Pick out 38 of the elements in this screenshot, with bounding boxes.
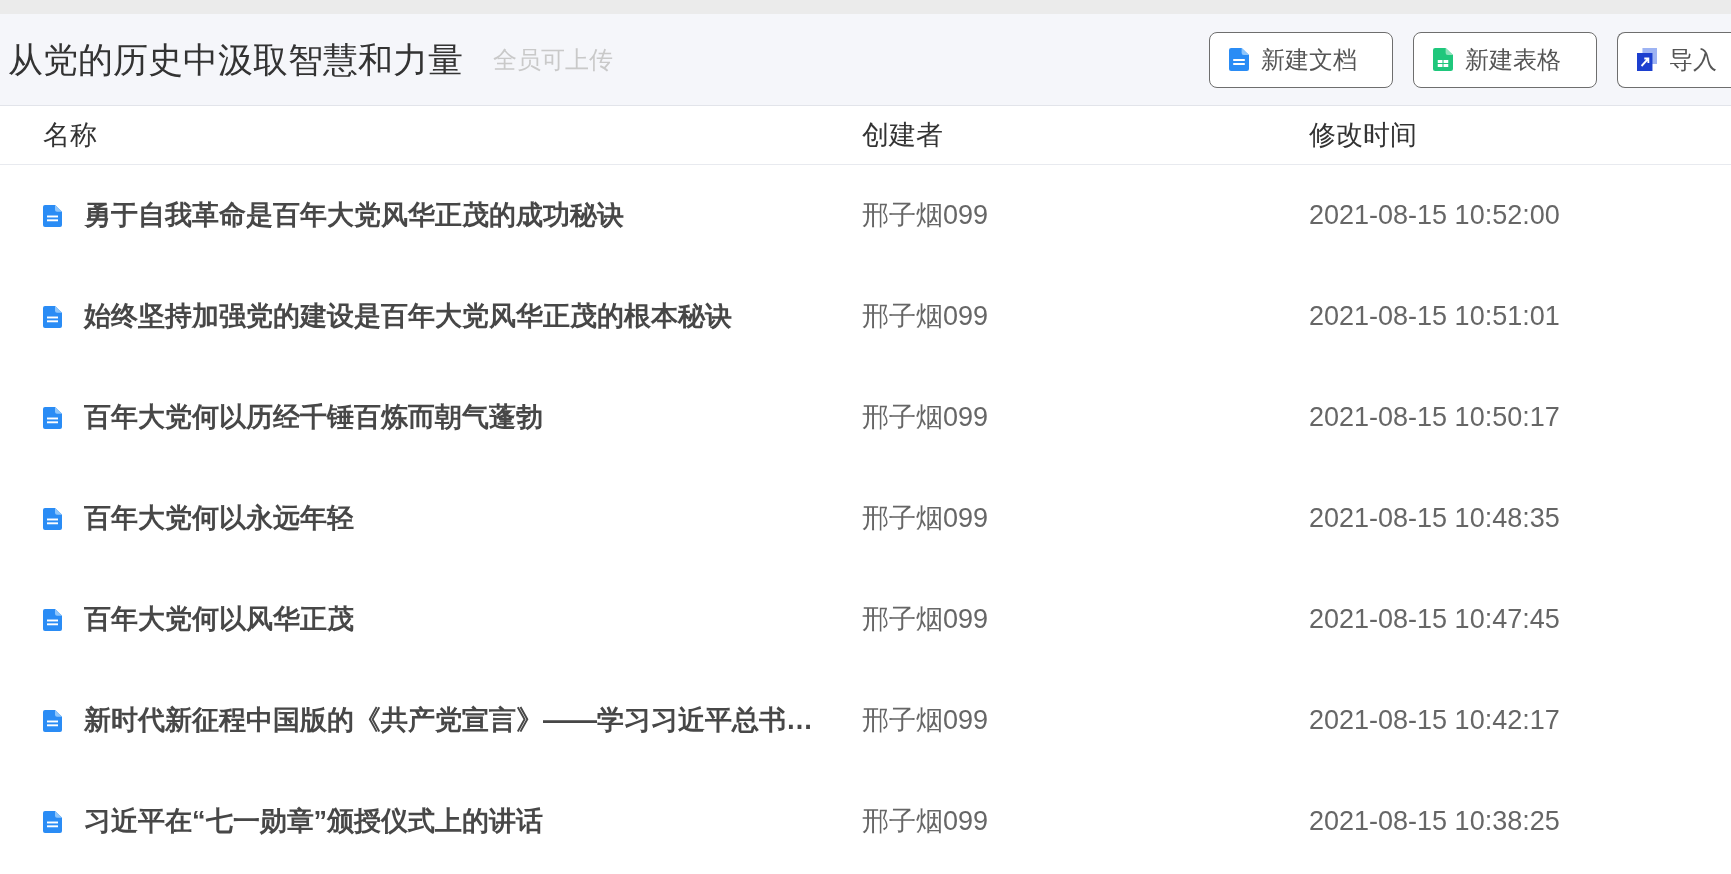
document-icon xyxy=(43,507,62,530)
column-header: 修改时间 xyxy=(1309,119,1417,150)
modified-time: 2021-08-15 10:52:00 xyxy=(1309,200,1560,231)
document-icon xyxy=(43,406,62,429)
modified-time: 2021-08-15 10:51:01 xyxy=(1309,301,1560,332)
modified-time: 2021-08-15 10:38:25 xyxy=(1309,806,1560,837)
creator-name: 邢子烟099 xyxy=(862,604,989,635)
create-button[interactable]: 新建表格 xyxy=(1413,31,1597,88)
creator-name: 邢子烟099 xyxy=(862,301,989,332)
document-icon xyxy=(43,608,62,631)
create-button[interactable]: 新建文档 xyxy=(1209,31,1393,88)
page-title: 从党的历史中汲取智慧和力量 xyxy=(8,38,463,81)
document-icon xyxy=(43,810,62,833)
modified-time: 2021-08-15 10:50:17 xyxy=(1309,402,1560,433)
document-name[interactable]: 百年大党何以永远年轻 xyxy=(84,498,354,539)
document-name[interactable]: 百年大党何以历经千锤百炼而朝气蓬勃 xyxy=(84,397,543,438)
document-name[interactable]: 新时代新征程中国版的《共产党宣言》——学习习近平总书… xyxy=(84,700,813,741)
document-name[interactable]: 始终坚持加强党的建设是百年大党风华正茂的根本秘诀 xyxy=(84,296,732,337)
document-name[interactable]: 百年大党何以风华正茂 xyxy=(84,599,354,640)
modified-time: 2021-08-15 10:42:17 xyxy=(1309,705,1560,736)
document-icon xyxy=(43,204,62,227)
spreadsheet-icon xyxy=(1433,48,1453,71)
creator-name: 邢子烟099 xyxy=(862,200,989,231)
creator-name: 邢子烟099 xyxy=(862,806,989,837)
column-header: 名称 xyxy=(43,119,97,150)
creator-name: 邢子烟099 xyxy=(862,503,989,534)
document-name[interactable]: 习近平在“七一勋章”颁授仪式上的讲话 xyxy=(84,801,543,842)
creator-name: 邢子烟099 xyxy=(862,705,989,736)
modified-time: 2021-08-15 10:48:35 xyxy=(1309,503,1560,534)
modified-time: 2021-08-15 10:47:45 xyxy=(1309,604,1560,635)
import-icon xyxy=(1637,48,1657,71)
column-header: 创建者 xyxy=(862,119,943,150)
document-icon xyxy=(1229,48,1249,71)
import-button[interactable]: 导入 xyxy=(1617,31,1731,88)
document-icon xyxy=(43,305,62,328)
document-name[interactable]: 勇于自我革命是百年大党风华正茂的成功秘诀 xyxy=(84,195,624,236)
document-icon xyxy=(43,709,62,732)
creator-name: 邢子烟099 xyxy=(862,402,989,433)
